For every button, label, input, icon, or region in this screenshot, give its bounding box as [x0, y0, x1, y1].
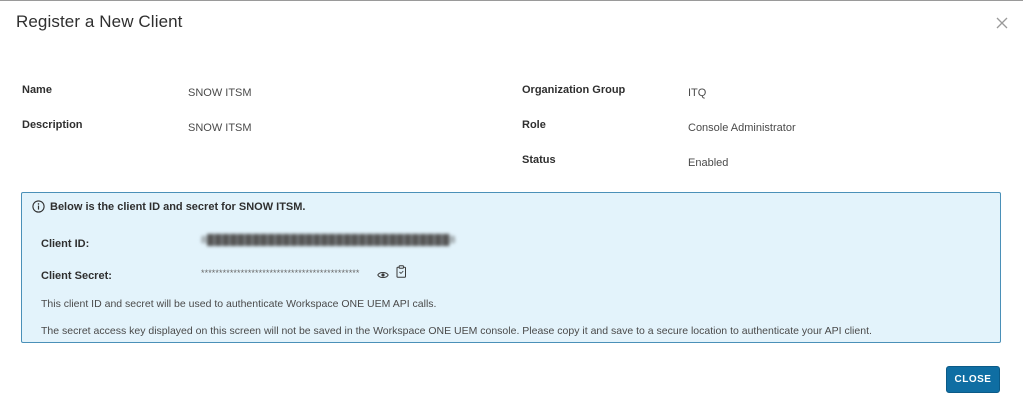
client-credentials-panel: Below is the client ID and secret for SN…	[21, 192, 1001, 343]
close-button[interactable]: CLOSE	[946, 366, 1000, 393]
role-value: Console Administrator	[688, 122, 796, 134]
panel-title: Below is the client ID and secret for SN…	[50, 201, 306, 213]
clipboard-copy-icon[interactable]	[396, 265, 407, 278]
info-circle-icon	[32, 200, 45, 213]
client-id-value: 8████████████████████████████████8	[201, 235, 456, 246]
register-client-dialog: Register a New Client Name SNOW ITSM Des…	[0, 0, 1023, 410]
dialog-title: Register a New Client	[16, 12, 183, 31]
client-id-label: Client ID:	[41, 238, 90, 250]
close-icon[interactable]	[995, 16, 1009, 30]
panel-note-usage: This client ID and secret will be used t…	[41, 298, 437, 310]
status-label: Status	[522, 154, 556, 166]
organization-group-label: Organization Group	[522, 84, 626, 96]
organization-group-value: ITQ	[688, 87, 707, 99]
role-label: Role	[522, 119, 546, 131]
status-value: Enabled	[688, 157, 729, 169]
panel-note-warning: The secret access key displayed on this …	[41, 325, 872, 337]
name-label: Name	[22, 84, 52, 96]
description-label: Description	[22, 119, 83, 131]
description-value: SNOW ITSM	[188, 122, 252, 134]
eye-icon[interactable]	[377, 267, 389, 279]
client-secret-value: ****************************************…	[201, 268, 360, 278]
name-value: SNOW ITSM	[188, 87, 252, 99]
client-secret-label: Client Secret:	[41, 270, 112, 282]
